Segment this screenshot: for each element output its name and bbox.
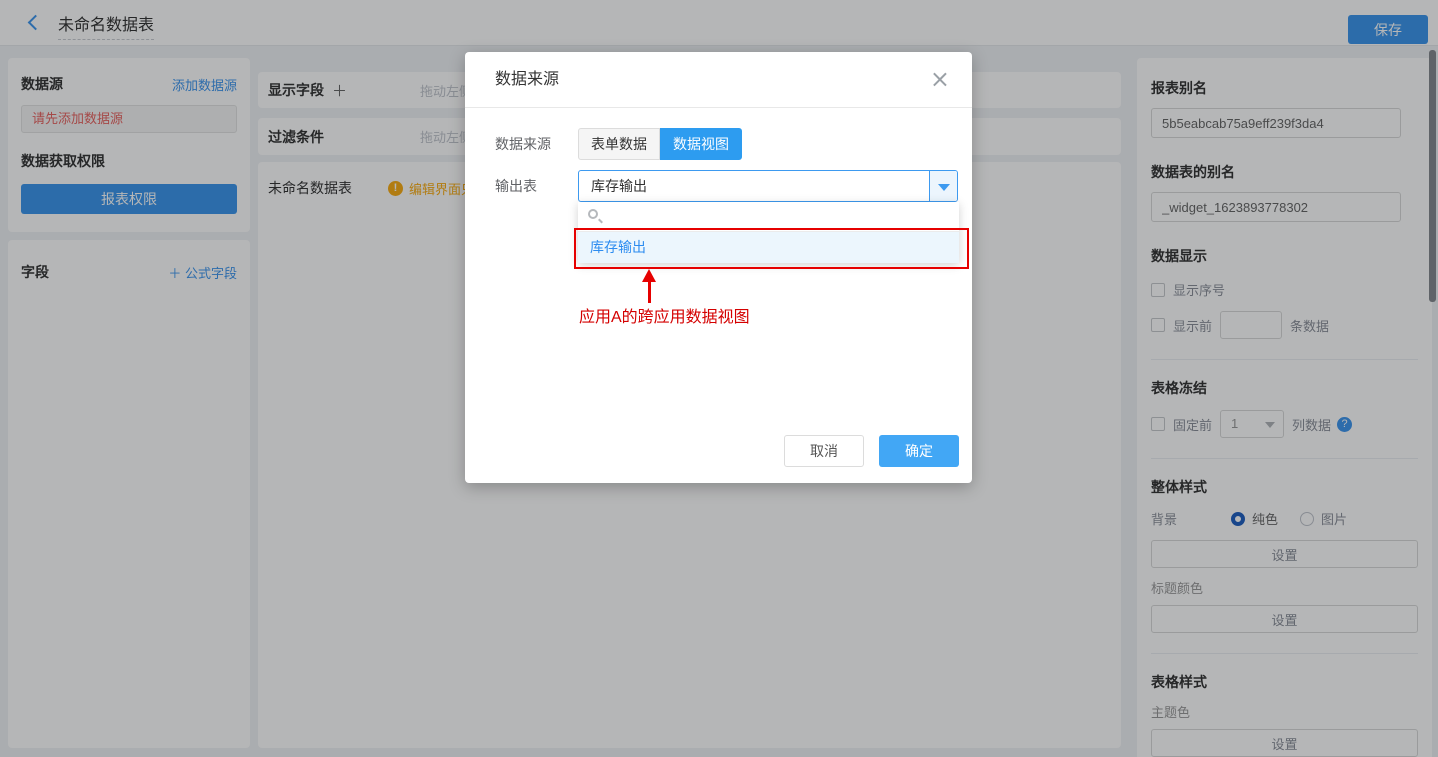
output-table-select[interactable]: 库存输出 xyxy=(578,170,958,202)
tab-form-data[interactable]: 表单数据 xyxy=(578,128,660,160)
dialog-header: 数据来源 × xyxy=(465,52,972,108)
dialog-title: 数据来源 xyxy=(495,52,559,108)
output-table-dropdown: 库存输出 xyxy=(578,202,959,263)
source-type-tabs: 表单数据 数据视图 xyxy=(578,128,742,160)
select-caret-button[interactable] xyxy=(929,171,957,201)
annotation-arrow-line xyxy=(648,281,651,303)
dropdown-search-input[interactable] xyxy=(578,202,959,232)
tab-data-view[interactable]: 数据视图 xyxy=(660,128,742,160)
output-table-label: 输出表 xyxy=(495,170,578,202)
search-icon xyxy=(588,209,598,219)
confirm-button[interactable]: 确定 xyxy=(879,435,959,467)
annotation-text: 应用A的跨应用数据视图 xyxy=(579,303,750,327)
caret-down-icon xyxy=(938,184,950,191)
close-icon[interactable]: × xyxy=(930,66,950,92)
cancel-button[interactable]: 取消 xyxy=(784,435,864,467)
dropdown-option-inventory-output[interactable]: 库存输出 xyxy=(578,232,959,263)
output-table-value: 库存输出 xyxy=(579,171,957,201)
source-type-label: 数据来源 xyxy=(495,128,578,160)
data-source-dialog: 数据来源 × 数据来源 表单数据 数据视图 输出表 库存输出 取消 确定 xyxy=(465,52,972,483)
